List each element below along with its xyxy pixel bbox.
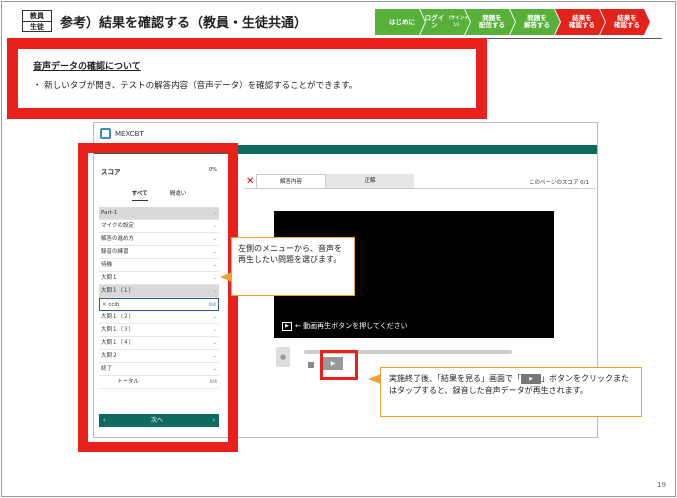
logo-text: MEXCBT <box>115 129 144 138</box>
intro-heading: 音声データの確認について <box>33 62 141 72</box>
callout-left-pointer <box>220 272 232 282</box>
step-3: 問題を 配信する <box>465 9 515 35</box>
stop-icon[interactable] <box>308 362 314 368</box>
step-5: 結果を 確認する <box>555 9 605 35</box>
page-score: このページのスコア 0/1 <box>529 180 589 186</box>
step-label: 問題を 解答する <box>524 14 550 29</box>
step-1: はじめに <box>375 9 425 35</box>
step-sublabel: （サインイン） <box>446 16 469 28</box>
intro-bullet-text: 新しいタブが開き、テストの解答内容（音声データ）を確認することができます。 <box>44 81 358 91</box>
tab-underline <box>244 188 596 189</box>
logo-icon <box>100 128 111 139</box>
callout-right-text-1: 実施終了後、「結果を見る」画面で「 <box>389 374 521 383</box>
step-label: ログイン <box>424 14 445 29</box>
step-4: 問題を 解答する <box>510 9 560 35</box>
callout-right-pointer <box>368 374 381 384</box>
inline-play-icon: ▶ <box>521 373 541 384</box>
intro-box: 音声データの確認について ・ 新しいタブが開き、テストの解答内容（音声データ）を… <box>7 38 487 119</box>
video-play-icon: ▶ <box>282 321 292 331</box>
sidebar-highlight <box>78 143 238 452</box>
tab-answer[interactable]: 解答内容 <box>256 174 326 188</box>
page-number: 19 <box>657 481 666 489</box>
tag-teacher: 教員 <box>30 12 44 20</box>
intro-bullet: ・ 新しいタブが開き、テストの解答内容（音声データ）を確認することができます。 <box>33 81 358 91</box>
audience-tag: 教員 生徒 <box>22 10 52 32</box>
tab-correct[interactable]: 正解 <box>326 174 414 188</box>
step-navigation: はじめに ログイン （サインイン） 問題を 配信する 問題を 解答する 結果を 確認する 結… <box>375 9 650 35</box>
tag-student: 生徒 <box>23 21 51 32</box>
video-hint: ▶ ← 動画再生ボタンを押してください <box>282 321 408 331</box>
mexcbt-logo: MEXCBT <box>100 128 144 139</box>
step-6: 結果を 確認する <box>600 9 650 35</box>
step-2: ログイン （サインイン） <box>420 9 470 35</box>
mic-icon: ● <box>276 347 290 367</box>
step-label: 結果を 確認する <box>614 14 640 29</box>
play-highlight <box>320 350 358 380</box>
callout-right: 実施終了後、「結果を見る」画面で「 ▶ 」ボタンをクリックまたはタップすると、録音し… <box>368 367 642 417</box>
close-icon[interactable]: ✕ <box>246 176 254 187</box>
step-label: 問題を 配信する <box>479 14 505 29</box>
callout-left-text: 左側のメニューから、音声を再生したい問題を選びます。 <box>238 244 342 264</box>
page-title: 参考）結果を確認する（教員・生徒共通） <box>60 16 308 31</box>
callout-left: 左側のメニューから、音声を再生したい問題を選びます。 <box>220 237 355 296</box>
step-label: はじめに <box>389 17 415 26</box>
video-hint-text: ← 動画再生ボタンを押してください <box>295 322 408 330</box>
step-label: 結果を 確認する <box>569 14 595 29</box>
